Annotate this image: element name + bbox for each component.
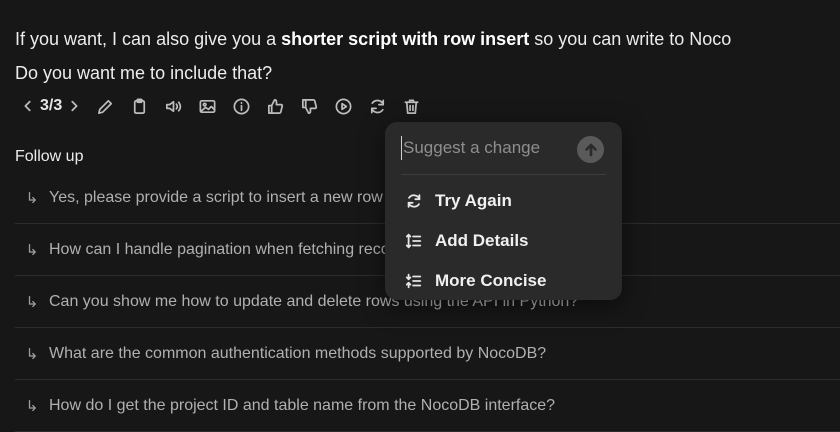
regenerate-menu: Suggest a change Try Again Add Details M… — [385, 122, 622, 300]
reply-arrow-icon: ↳ — [25, 189, 39, 207]
clipboard-icon[interactable] — [122, 94, 156, 118]
more-concise-button[interactable]: More Concise — [405, 268, 546, 294]
reply-arrow-icon: ↳ — [25, 345, 39, 363]
refresh-icon[interactable] — [360, 94, 394, 118]
reply-arrow-icon: ↳ — [25, 241, 39, 259]
pencil-icon[interactable] — [88, 94, 122, 118]
suggest-change-input[interactable]: Suggest a change — [401, 136, 577, 160]
list-expand-icon — [405, 231, 435, 251]
play-icon[interactable] — [326, 94, 360, 118]
follow-up-text: What are the common authentication metho… — [49, 344, 547, 362]
assistant-message: If you want, I can also give you a short… — [15, 22, 731, 90]
follow-up-title: Follow up — [15, 148, 84, 165]
thumbs-down-icon[interactable] — [292, 94, 326, 118]
info-icon[interactable] — [224, 94, 258, 118]
chevron-right-icon[interactable] — [66, 94, 82, 118]
message-bold-text: shorter script with row insert — [281, 29, 530, 49]
message-text: If you want, I can also give you a — [15, 29, 282, 49]
message-line-1: If you want, I can also give you a short… — [15, 22, 731, 56]
try-again-label: Try Again — [435, 191, 512, 210]
arrow-up-icon — [584, 143, 597, 156]
follow-up-text: How do I get the project ID and table na… — [49, 396, 556, 414]
try-again-button[interactable]: Try Again — [405, 188, 512, 214]
image-icon[interactable] — [190, 94, 224, 118]
thumbs-up-icon[interactable] — [258, 94, 292, 118]
more-concise-label: More Concise — [435, 271, 547, 290]
reply-arrow-icon: ↳ — [25, 293, 39, 311]
response-pager: 3/3 — [20, 94, 82, 118]
speaker-icon[interactable] — [156, 94, 190, 118]
chevron-left-icon[interactable] — [20, 94, 36, 118]
list-collapse-icon — [405, 271, 435, 291]
send-button[interactable] — [577, 136, 604, 163]
follow-up-item[interactable]: ↳ What are the common authentication meth… — [15, 328, 840, 380]
message-text-end: so you can write to Noco — [529, 29, 732, 49]
trash-icon[interactable] — [394, 94, 428, 118]
add-details-label: Add Details — [435, 231, 529, 250]
refresh-icon — [405, 191, 435, 211]
menu-divider — [401, 174, 606, 175]
message-line-2: Do you want me to include that? — [15, 63, 273, 83]
add-details-button[interactable]: Add Details — [405, 228, 529, 254]
pager-label: 3/3 — [40, 97, 63, 114]
reply-arrow-icon: ↳ — [25, 397, 39, 415]
follow-up-item[interactable]: ↳ How do I get the project ID and table n… — [15, 380, 840, 432]
message-toolbar: 3/3 — [20, 94, 428, 118]
